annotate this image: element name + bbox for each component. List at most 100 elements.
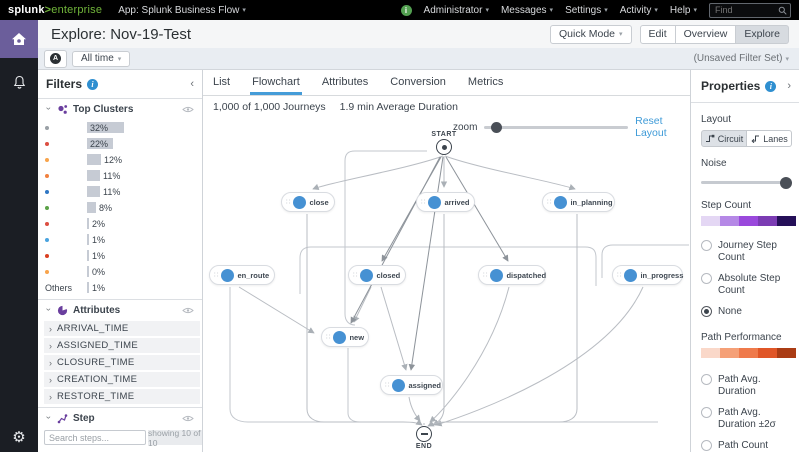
drag-handle-icon[interactable]: ∷: [286, 199, 290, 206]
zoom-slider-knob[interactable]: [491, 122, 502, 133]
radio-icon[interactable]: [701, 306, 712, 317]
flow-node-assigned[interactable]: ∷assigned: [380, 375, 443, 395]
flow-node-in_progress[interactable]: ∷in_progress: [612, 265, 683, 285]
noise-slider[interactable]: [701, 181, 792, 184]
drag-handle-icon[interactable]: ∷: [353, 272, 357, 279]
attributes-list: ›ARRIVAL_TIME ›ASSIGNED_TIME ›CLOSURE_TIME…: [38, 321, 202, 404]
flow-node-arrived[interactable]: ∷arrived: [416, 192, 475, 212]
user-menu[interactable]: Administrator▾: [424, 5, 489, 16]
eye-icon[interactable]: [182, 415, 194, 422]
cluster-row[interactable]: 22%: [38, 136, 202, 152]
tab-bar: List Flowchart Attributes Conversion Metrics: [203, 70, 690, 96]
step-header[interactable]: › Step: [38, 410, 202, 427]
cluster-row[interactable]: 11%: [38, 184, 202, 200]
drag-handle-icon[interactable]: ∷: [214, 272, 218, 279]
cluster-percent: 1%: [92, 235, 105, 245]
app-menu[interactable]: App: Splunk Business Flow▾: [118, 5, 246, 16]
noise-slider-knob[interactable]: [780, 177, 792, 189]
attribute-row-assigned-time[interactable]: ›ASSIGNED_TIME: [44, 338, 200, 353]
cluster-row[interactable]: 12%: [38, 152, 202, 168]
drag-handle-icon[interactable]: ∷: [617, 272, 621, 279]
radio-icon[interactable]: [701, 374, 712, 385]
cluster-percent: 11%: [103, 171, 120, 181]
attributes-header[interactable]: › Attributes: [38, 302, 202, 319]
overview-button[interactable]: Overview: [676, 25, 737, 44]
attribute-row-closure-time[interactable]: ›CLOSURE_TIME: [44, 355, 200, 370]
unsaved-filter-set[interactable]: (Unsaved Filter Set)▾: [694, 53, 789, 64]
path-radio-path-count[interactable]: Path Count: [701, 440, 791, 452]
cluster-row[interactable]: 1%: [38, 232, 202, 248]
zoom-slider[interactable]: [484, 126, 628, 129]
attribute-row-arrival-time[interactable]: ›ARRIVAL_TIME: [44, 321, 200, 336]
step-radio-none[interactable]: None: [701, 306, 791, 318]
topbar-menu-help[interactable]: Help▾: [670, 5, 697, 16]
attribute-row-creation-time[interactable]: ›CREATION_TIME: [44, 372, 200, 387]
settings-gear-button[interactable]: ⚙: [0, 428, 38, 446]
find-search[interactable]: [709, 3, 791, 18]
radio-icon[interactable]: [701, 407, 712, 418]
attribute-row-restore-time[interactable]: ›RESTORE_TIME: [44, 389, 200, 404]
cluster-row[interactable]: 0%: [38, 264, 202, 280]
info-icon[interactable]: i: [87, 79, 98, 90]
collapse-panel-icon[interactable]: ›: [787, 80, 791, 92]
tab-flowchart[interactable]: Flowchart: [252, 76, 300, 95]
eye-icon[interactable]: [182, 307, 194, 314]
path-radio-path-avg-duration-2[interactable]: Path Avg. Duration ±2σ: [701, 407, 791, 431]
drag-handle-icon[interactable]: ∷: [421, 199, 425, 206]
top-bar: splunk>enterprise App: Splunk Business F…: [0, 0, 799, 20]
topbar-menu-messages[interactable]: Messages▾: [501, 5, 553, 16]
layout-circuit-button[interactable]: Circuit: [701, 130, 747, 147]
find-input[interactable]: [713, 4, 776, 16]
drag-handle-icon[interactable]: ∷: [385, 382, 389, 389]
step-radio-journey-step-count[interactable]: Journey Step Count: [701, 240, 791, 264]
cluster-row[interactable]: 2%: [38, 216, 202, 232]
topbar-menu-activity[interactable]: Activity▾: [620, 5, 658, 16]
caret-down-icon: ▾: [550, 6, 554, 14]
notifications-button[interactable]: [0, 75, 38, 90]
radio-icon[interactable]: [701, 240, 712, 251]
gradient-segment: [701, 216, 720, 226]
explore-button[interactable]: Explore: [736, 25, 789, 44]
edit-button[interactable]: Edit: [640, 25, 676, 44]
node-bubble: [333, 331, 346, 344]
flow-node-new[interactable]: ∷new: [321, 327, 369, 347]
drag-handle-icon[interactable]: ∷: [547, 199, 551, 206]
flowchart-canvas[interactable]: zoom Reset Layout: [203, 112, 690, 452]
cluster-row[interactable]: Others1%: [38, 280, 202, 296]
path-radio-path-avg-duration[interactable]: Path Avg. Duration: [701, 374, 791, 398]
end-node[interactable]: END: [404, 426, 444, 450]
top-clusters-header[interactable]: › Top Clusters: [38, 101, 202, 118]
node-bubble: [360, 269, 373, 282]
quick-mode-button[interactable]: Quick Mode▾: [550, 25, 632, 44]
flow-node-dispatched[interactable]: ∷dispatched: [478, 265, 546, 285]
cluster-row[interactable]: 32%: [38, 120, 202, 136]
collapse-sidebar-icon[interactable]: ‹: [190, 78, 194, 90]
radio-icon[interactable]: [701, 273, 712, 284]
tab-list[interactable]: List: [213, 76, 230, 95]
tab-attributes[interactable]: Attributes: [322, 76, 368, 95]
search-steps-input[interactable]: [44, 430, 146, 445]
eye-icon[interactable]: [182, 106, 194, 113]
drag-handle-icon[interactable]: ∷: [326, 334, 330, 341]
cluster-color-dot: [45, 142, 49, 146]
cluster-row[interactable]: 1%: [38, 248, 202, 264]
step-radio-absolute-step-count[interactable]: Absolute Step Count: [701, 273, 791, 297]
cluster-row[interactable]: 11%: [38, 168, 202, 184]
tab-metrics[interactable]: Metrics: [468, 76, 503, 95]
topbar-menu-settings[interactable]: Settings▾: [565, 5, 608, 16]
flow-node-close[interactable]: ∷close: [281, 192, 335, 212]
layout-lanes-button[interactable]: Lanes: [747, 130, 792, 147]
reset-layout-link[interactable]: Reset Layout: [635, 115, 690, 139]
tab-conversion[interactable]: Conversion: [390, 76, 446, 95]
time-range-picker[interactable]: All time▾: [72, 51, 130, 67]
drag-handle-icon[interactable]: ∷: [483, 272, 487, 279]
home-button[interactable]: [0, 20, 38, 58]
flow-node-closed[interactable]: ∷closed: [348, 265, 406, 285]
cluster-percent: 12%: [104, 155, 122, 165]
cluster-row[interactable]: 8%: [38, 200, 202, 216]
radio-icon[interactable]: [701, 440, 712, 451]
app-badge-button[interactable]: A: [44, 50, 67, 68]
info-icon[interactable]: i: [765, 81, 776, 92]
flow-node-in_planning[interactable]: ∷in_planning: [542, 192, 615, 212]
flow-node-en_route[interactable]: ∷en_route: [209, 265, 275, 285]
